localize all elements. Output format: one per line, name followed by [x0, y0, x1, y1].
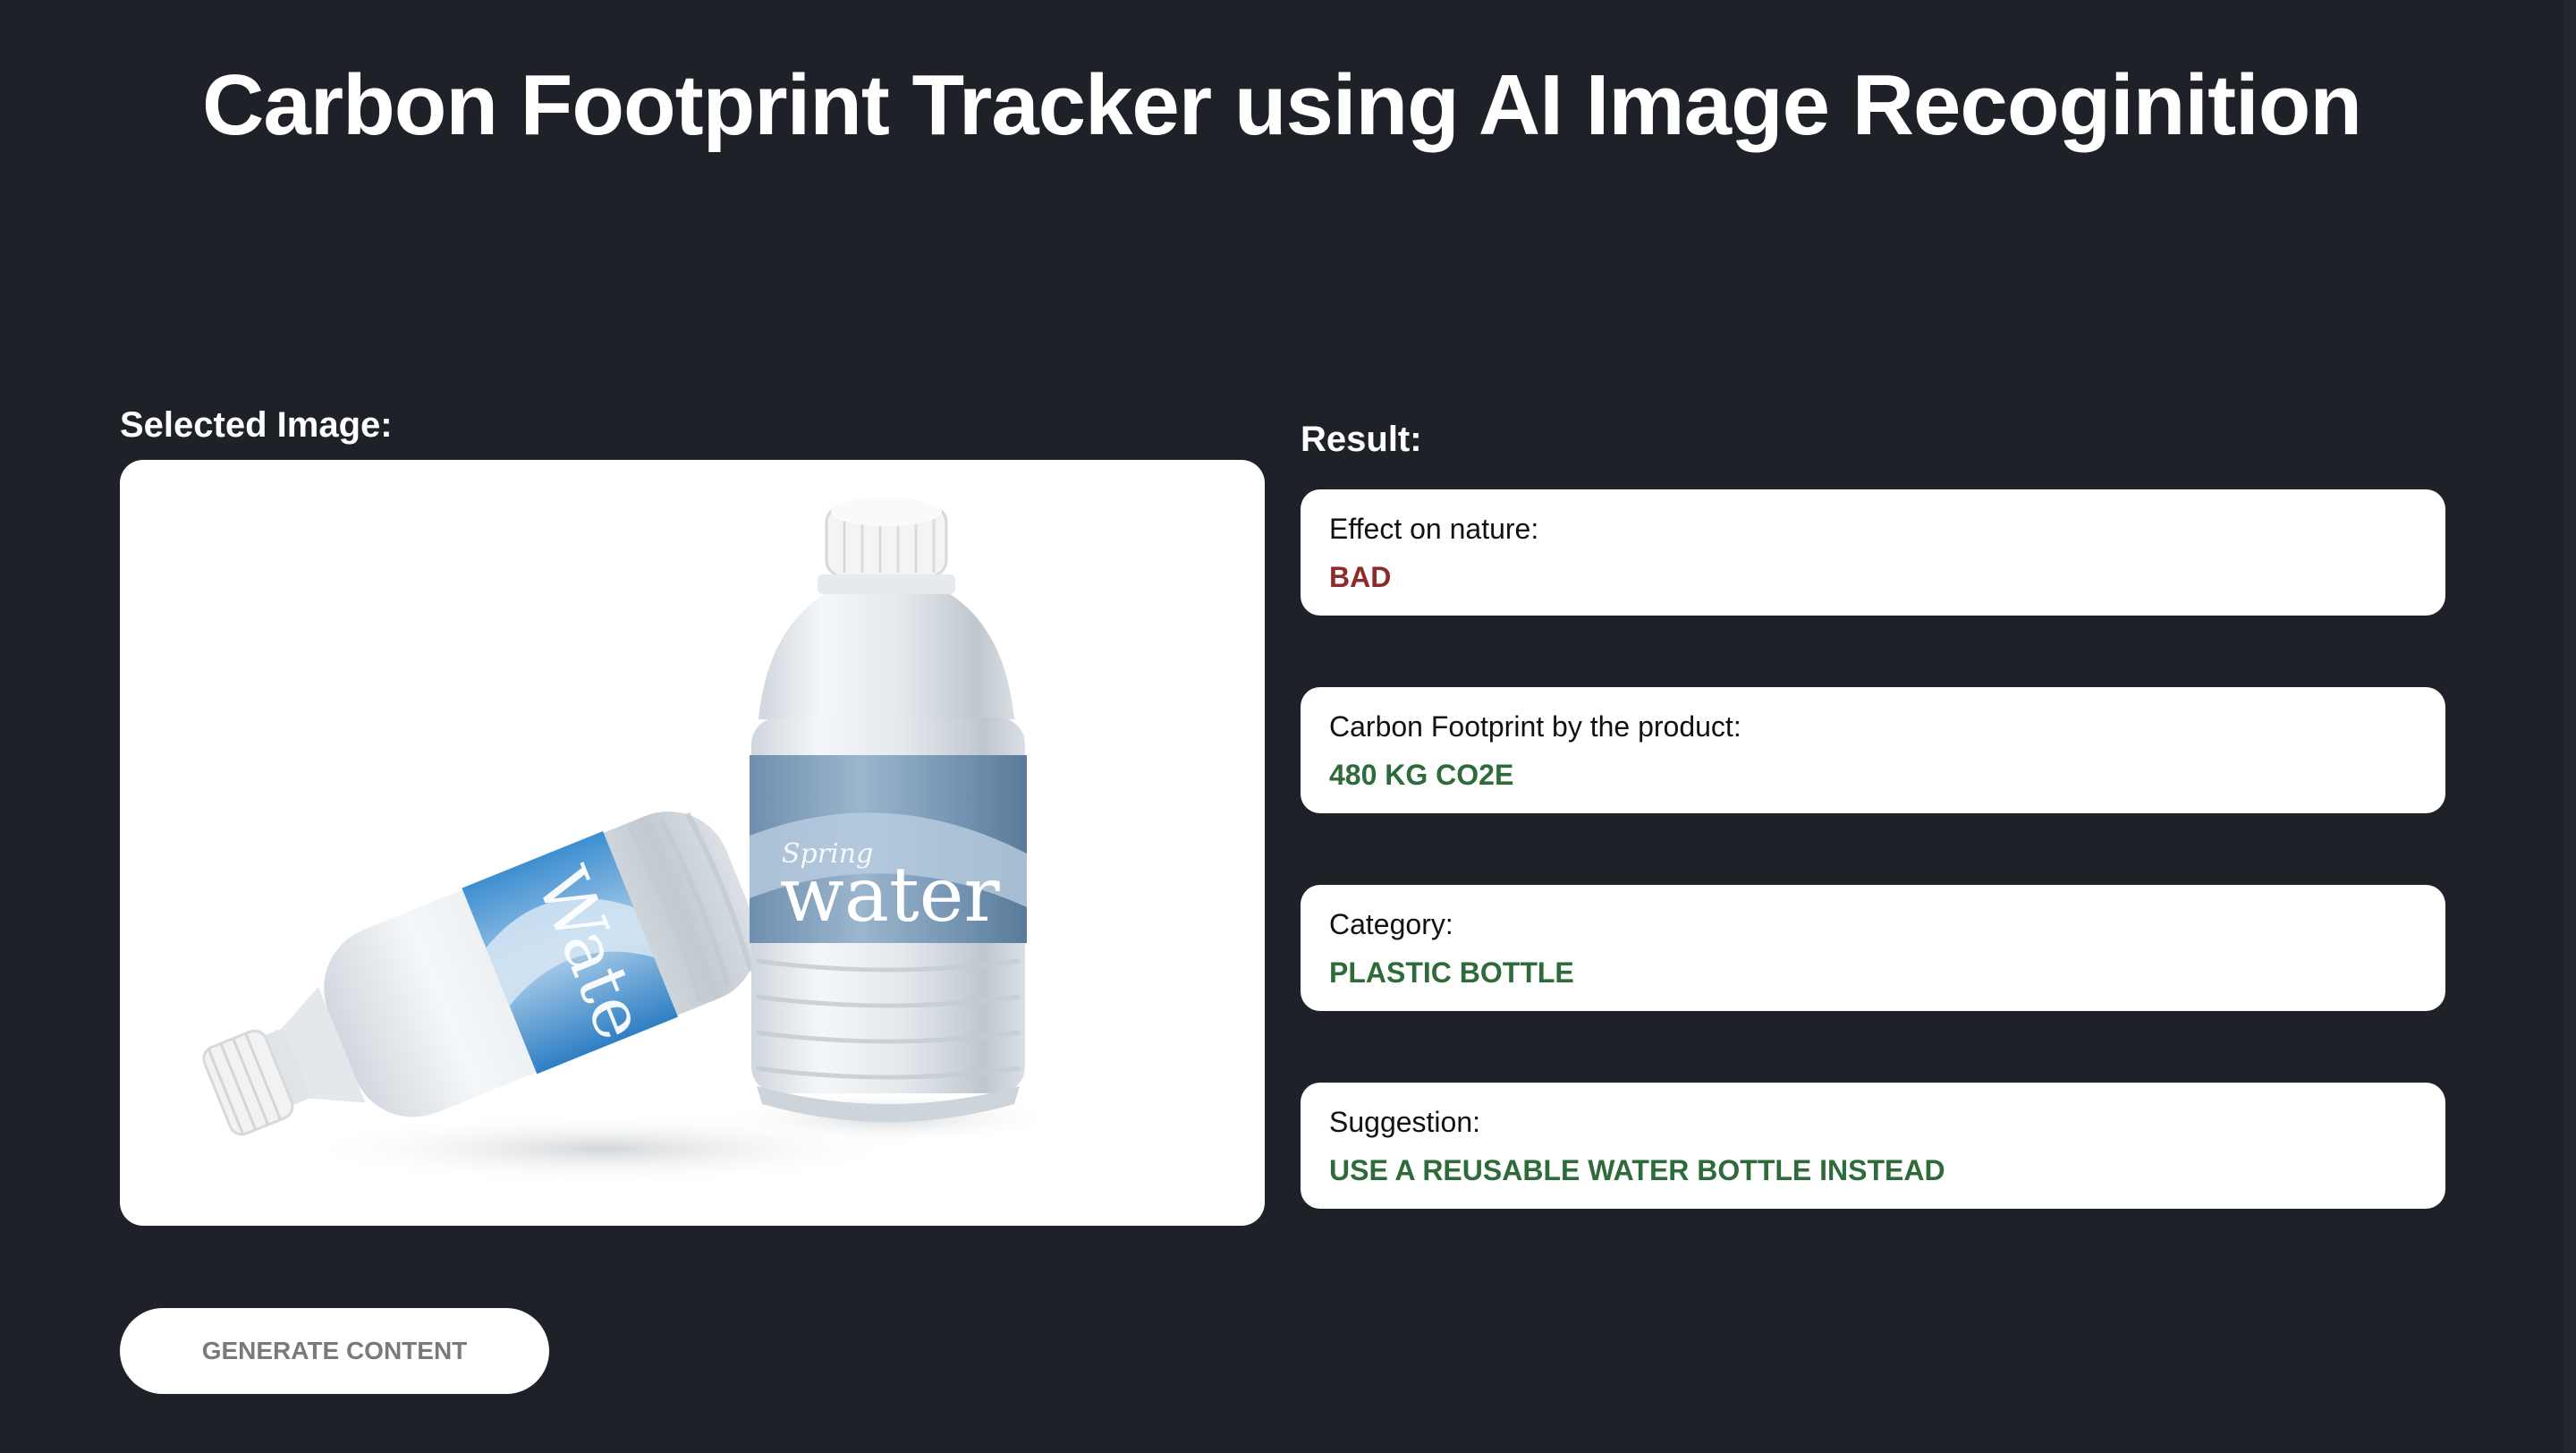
result-value: PLASTIC BOTTLE — [1329, 956, 1574, 989]
result-card-effect: Effect on nature: BAD — [1301, 489, 2445, 616]
page-scroll-edge — [2563, 0, 2576, 1453]
result-key: Carbon Footprint by the product: — [1329, 710, 1741, 743]
result-key: Suggestion: — [1329, 1106, 1481, 1138]
result-key: Effect on nature: — [1329, 513, 1539, 545]
result-key: Category: — [1329, 908, 1453, 940]
result-card-carbon-footprint: Carbon Footprint by the product: 480 KG … — [1301, 687, 2445, 813]
result-value: 480 KG CO2E — [1329, 759, 1514, 791]
water-bottles-image: Wate Spring water — [202, 497, 1059, 1185]
generate-content-button[interactable]: GENERATE CONTENT — [120, 1308, 549, 1394]
result-card-category: Category: PLASTIC BOTTLE — [1301, 885, 2445, 1011]
selected-image-label: Selected Image: — [120, 405, 393, 445]
result-card-suggestion: Suggestion: USE A REUSABLE WATER BOTTLE … — [1301, 1083, 2445, 1209]
result-value: BAD — [1329, 561, 1392, 593]
result-label: Result: — [1301, 420, 1422, 459]
svg-text:water: water — [780, 851, 1000, 939]
selected-image: Wate Spring water — [120, 460, 1265, 1226]
page-title: Carbon Footprint Tracker using AI Image … — [202, 57, 2362, 153]
result-value: USE A REUSABLE WATER BOTTLE INSTEAD — [1329, 1154, 1945, 1186]
